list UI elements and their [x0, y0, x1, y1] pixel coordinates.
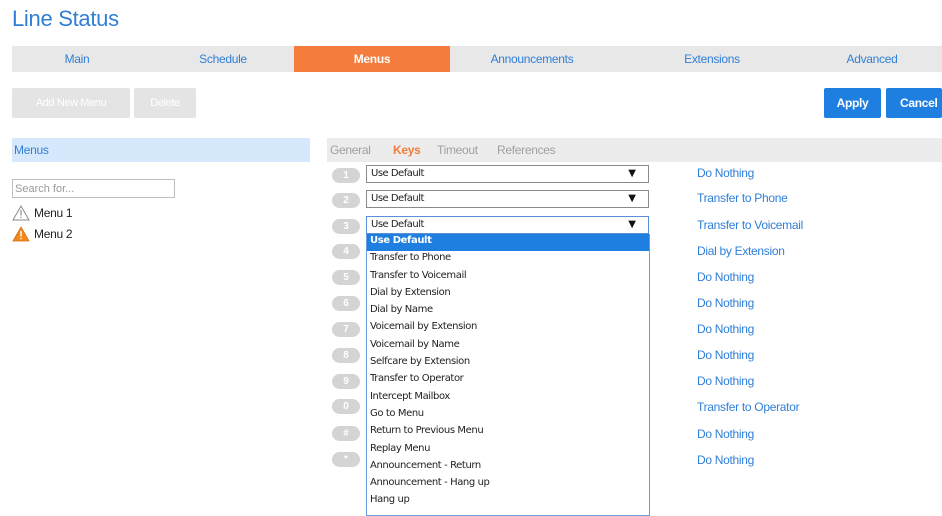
warning-outline-icon — [12, 205, 30, 221]
dropdown-arrow-icon: ▼ — [628, 193, 636, 204]
key-badge-6: 6 — [332, 296, 360, 311]
dropdown-arrow-icon: ▼ — [628, 219, 636, 230]
keys-subtabbar: General Keys Timeout References — [327, 138, 942, 162]
menu-list-item-label: Menu 1 — [34, 206, 73, 220]
key-badge-hash: # — [332, 426, 360, 441]
key-badge-8: 8 — [332, 348, 360, 363]
option-dial-by-name[interactable]: Dial by Name — [367, 303, 649, 320]
subtab-general[interactable]: General — [330, 138, 371, 162]
option-intercept-mailbox[interactable]: Intercept Mailbox — [367, 390, 649, 407]
menu-list-item-1[interactable]: Menu 1 — [12, 204, 73, 222]
key-5-action-link[interactable]: Do Nothing — [697, 270, 754, 284]
tab-schedule[interactable]: Schedule — [152, 46, 294, 72]
key-3-action-select[interactable]: Use Default ▼ — [366, 216, 649, 234]
key-badge-3: 3 — [332, 219, 360, 234]
dropdown-arrow-icon: ▼ — [628, 168, 636, 179]
add-new-menu-button[interactable]: Add New Menu — [12, 88, 130, 118]
option-transfer-to-phone[interactable]: Transfer to Phone — [367, 251, 649, 268]
tab-menus[interactable]: Menus — [294, 46, 450, 72]
option-transfer-to-voicemail[interactable]: Transfer to Voicemail — [367, 269, 649, 286]
key-badge-9: 9 — [332, 374, 360, 389]
menu-list-item-2[interactable]: Menu 2 — [12, 225, 73, 243]
option-voicemail-by-name[interactable]: Voicemail by Name — [367, 338, 649, 355]
page-title: Line Status — [12, 6, 119, 31]
menu-search-input[interactable] — [12, 179, 175, 198]
key-star-action-link[interactable]: Do Nothing — [697, 453, 754, 467]
key-8-action-link[interactable]: Do Nothing — [697, 348, 754, 362]
key-badge-0: 0 — [332, 399, 360, 414]
key-2-action-select[interactable]: Use Default ▼ — [366, 190, 649, 208]
option-return-to-previous-menu[interactable]: Return to Previous Menu — [367, 424, 649, 441]
key-1-action-link[interactable]: Do Nothing — [697, 166, 754, 180]
option-dial-by-extension[interactable]: Dial by Extension — [367, 286, 649, 303]
main-tabbar: Main Schedule Menus Announcements Extens… — [12, 46, 942, 72]
tab-advanced[interactable]: Advanced — [802, 46, 942, 72]
subtab-references[interactable]: References — [497, 138, 556, 162]
menus-panel-header: Menus — [12, 138, 310, 162]
warning-filled-icon — [12, 226, 30, 242]
option-replay-menu[interactable]: Replay Menu — [367, 442, 649, 459]
option-use-default[interactable]: Use Default — [367, 234, 649, 252]
tab-main[interactable]: Main — [12, 46, 142, 72]
key-4-action-link[interactable]: Dial by Extension — [697, 244, 785, 258]
apply-button[interactable]: Apply — [824, 88, 881, 118]
option-announcement-hang-up[interactable]: Announcement - Hang up — [367, 476, 649, 493]
key-1-action-select[interactable]: Use Default ▼ — [366, 165, 649, 183]
key-badge-2: 2 — [332, 193, 360, 208]
key-3-options-list: Use Default Transfer to Phone Transfer t… — [366, 234, 650, 516]
key-9-action-link[interactable]: Do Nothing — [697, 374, 754, 388]
option-go-to-menu[interactable]: Go to Menu — [367, 407, 649, 424]
key-3-action-link[interactable]: Transfer to Voicemail — [697, 218, 803, 232]
key-2-action-link[interactable]: Transfer to Phone — [697, 191, 788, 205]
option-transfer-to-operator[interactable]: Transfer to Operator — [367, 372, 649, 389]
select-value: Use Default — [371, 168, 424, 179]
key-badge-7: 7 — [332, 322, 360, 337]
key-badge-1: 1 — [332, 168, 360, 183]
tab-extensions[interactable]: Extensions — [642, 46, 782, 72]
option-hang-up[interactable]: Hang up — [367, 493, 649, 510]
key-7-action-link[interactable]: Do Nothing — [697, 322, 754, 336]
option-voicemail-by-extension[interactable]: Voicemail by Extension — [367, 320, 649, 337]
key-0-action-link[interactable]: Transfer to Operator — [697, 400, 800, 414]
cancel-button[interactable]: Cancel — [886, 88, 942, 118]
delete-button[interactable]: Delete — [134, 88, 196, 118]
select-value: Use Default — [371, 219, 424, 230]
select-value: Use Default — [371, 193, 424, 204]
subtab-keys[interactable]: Keys — [393, 138, 421, 162]
key-badge-star: * — [332, 452, 360, 467]
subtab-timeout[interactable]: Timeout — [437, 138, 478, 162]
tab-announcements[interactable]: Announcements — [450, 46, 614, 72]
key-badge-5: 5 — [332, 270, 360, 285]
key-badge-4: 4 — [332, 244, 360, 259]
option-selfcare-by-extension[interactable]: Selfcare by Extension — [367, 355, 649, 372]
key-6-action-link[interactable]: Do Nothing — [697, 296, 754, 310]
option-announcement-return[interactable]: Announcement - Return — [367, 459, 649, 476]
menu-list-item-label: Menu 2 — [34, 227, 73, 241]
key-hash-action-link[interactable]: Do Nothing — [697, 427, 754, 441]
